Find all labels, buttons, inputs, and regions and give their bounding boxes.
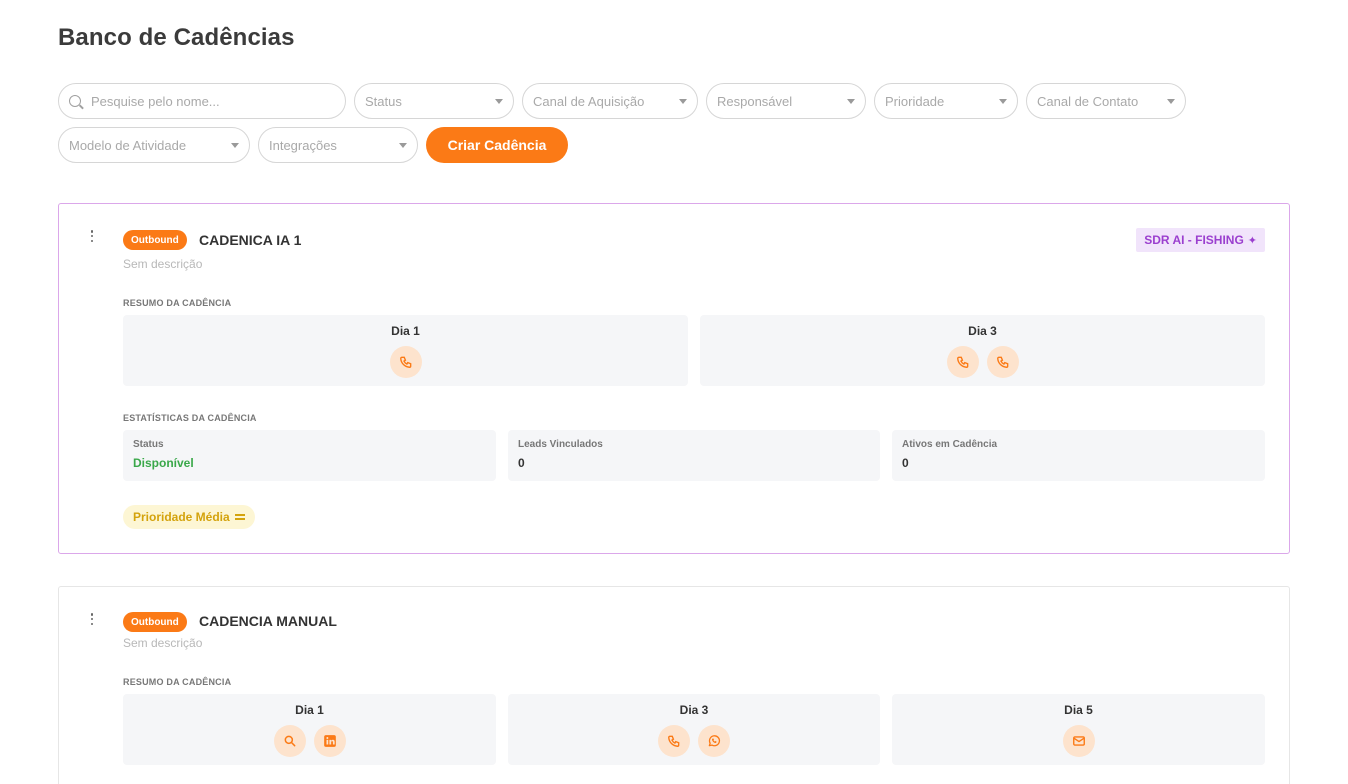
cadence-description: Sem descrição xyxy=(123,636,203,650)
chevron-down-icon xyxy=(231,142,239,148)
chevron-down-icon xyxy=(999,98,1007,104)
phone-icon[interactable] xyxy=(389,346,422,378)
modelo-atividade-filter[interactable]: Modelo de Atividade xyxy=(58,127,250,163)
ai-tag-badge: SDR AI - FISHING ✦ xyxy=(1136,228,1265,252)
canal-aquisicao-filter-label: Canal de Aquisição xyxy=(533,93,645,109)
day-box: Dia 1 xyxy=(123,694,496,765)
cadence-card[interactable]: Outbound CADENICA IA 1 Sem descrição SDR… xyxy=(58,203,1290,554)
status-filter[interactable]: Status xyxy=(354,83,514,119)
day-box: Dia 3 xyxy=(508,694,880,765)
more-options-icon[interactable] xyxy=(90,230,94,242)
stat-label: Status xyxy=(133,439,164,450)
stat-ativos: Ativos em Cadência 0 xyxy=(892,430,1265,481)
day-box: Dia 1 xyxy=(123,315,688,386)
cadence-description: Sem descrição xyxy=(123,257,203,271)
phone-icon[interactable] xyxy=(658,725,690,757)
canal-aquisicao-filter[interactable]: Canal de Aquisição xyxy=(522,83,698,119)
canal-contato-filter[interactable]: Canal de Contato xyxy=(1026,83,1186,119)
modelo-atividade-filter-label: Modelo de Atividade xyxy=(69,137,187,153)
stat-leads: Leads Vinculados 0 xyxy=(508,430,880,481)
priority-badge: Prioridade Média xyxy=(123,505,255,529)
prioridade-filter[interactable]: Prioridade xyxy=(874,83,1018,119)
whatsapp-icon[interactable] xyxy=(698,725,730,757)
day-label: Dia 5 xyxy=(1064,703,1093,717)
chevron-down-icon xyxy=(495,98,503,104)
chevron-down-icon xyxy=(399,142,407,148)
day-label: Dia 3 xyxy=(968,324,997,338)
sparkle-icon: ✦ xyxy=(1247,234,1257,247)
stat-status: Status Disponível xyxy=(123,430,496,481)
prioridade-filter-label: Prioridade xyxy=(885,93,945,109)
stats-label: ESTATÍSTICAS DA CADÊNCIA xyxy=(123,413,257,423)
stat-label: Leads Vinculados xyxy=(518,439,603,450)
email-icon[interactable] xyxy=(1062,725,1095,757)
stat-value: Disponível xyxy=(133,456,194,470)
search-input[interactable]: Pesquise pelo nome... xyxy=(58,83,346,119)
stat-value: 0 xyxy=(518,456,525,470)
day-label: Dia 3 xyxy=(679,703,709,717)
integracoes-filter-label: Integrações xyxy=(269,137,337,153)
integracoes-filter[interactable]: Integrações xyxy=(258,127,418,163)
outbound-badge: Outbound xyxy=(123,612,187,632)
responsavel-filter-label: Responsável xyxy=(717,93,793,109)
cadence-card[interactable]: Outbound CADENCIA MANUAL Sem descrição R… xyxy=(58,586,1290,784)
chevron-down-icon xyxy=(1167,98,1175,104)
outbound-badge: Outbound xyxy=(123,230,187,250)
search-icon[interactable] xyxy=(273,725,306,757)
cadence-title: CADENCIA MANUAL xyxy=(199,613,337,629)
stat-value: 0 xyxy=(902,456,909,470)
create-cadence-button[interactable]: Criar Cadência xyxy=(426,127,568,163)
cadence-title: CADENICA IA 1 xyxy=(199,232,302,248)
day-label: Dia 1 xyxy=(295,703,324,717)
stat-label: Ativos em Cadência xyxy=(902,439,998,450)
search-icon xyxy=(69,95,81,107)
more-options-icon[interactable] xyxy=(90,613,94,625)
search-placeholder: Pesquise pelo nome... xyxy=(91,93,220,109)
day-box: Dia 3 xyxy=(700,315,1265,386)
summary-label: RESUMO DA CADÊNCIA xyxy=(123,677,232,687)
equals-icon xyxy=(234,514,245,520)
canal-contato-filter-label: Canal de Contato xyxy=(1037,93,1139,109)
chevron-down-icon xyxy=(679,98,687,104)
ai-tag-label: SDR AI - FISHING xyxy=(1144,233,1244,247)
priority-label: Prioridade Média xyxy=(133,510,230,524)
page-title: Banco de Cadências xyxy=(58,24,295,51)
phone-icon[interactable] xyxy=(946,346,979,378)
linkedin-icon[interactable] xyxy=(313,725,346,757)
chevron-down-icon xyxy=(847,98,855,104)
summary-label: RESUMO DA CADÊNCIA xyxy=(123,298,232,308)
phone-icon[interactable] xyxy=(986,346,1019,378)
day-box: Dia 5 xyxy=(892,694,1265,765)
day-label: Dia 1 xyxy=(391,324,420,338)
status-filter-label: Status xyxy=(365,93,402,109)
responsavel-filter[interactable]: Responsável xyxy=(706,83,866,119)
